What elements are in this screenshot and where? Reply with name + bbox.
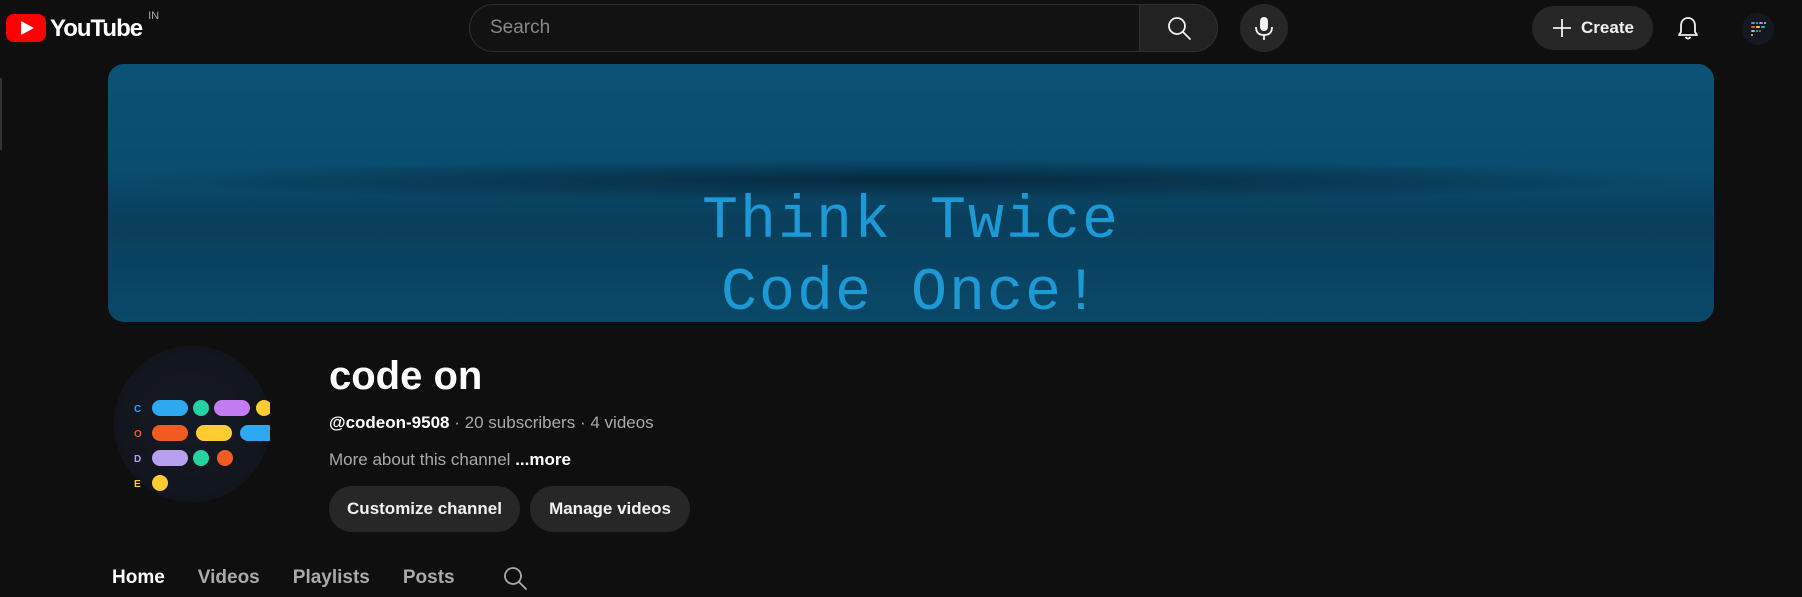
- search-bar: [469, 4, 1218, 52]
- notifications-button[interactable]: [1668, 8, 1708, 48]
- youtube-play-icon: [6, 14, 46, 42]
- search-input[interactable]: [469, 4, 1139, 52]
- create-label: Create: [1581, 18, 1634, 37]
- channel-about-link[interactable]: More about this channel ...more: [329, 449, 571, 471]
- search-icon: [503, 567, 527, 590]
- tab-home[interactable]: Home: [112, 563, 165, 593]
- microphone-icon: [1255, 17, 1273, 40]
- meta-separator: ·: [454, 413, 460, 432]
- country-code: IN: [148, 10, 160, 22]
- channel-meta: @codeon-9508 · 20 subscribers · 4 videos: [329, 412, 654, 434]
- tab-posts[interactable]: Posts: [403, 563, 455, 593]
- code-on-logo-icon: [1751, 22, 1766, 36]
- manage-videos-button[interactable]: Manage videos: [530, 486, 690, 532]
- plus-icon: [1553, 19, 1572, 37]
- channel-name: code on: [329, 354, 483, 398]
- channel-search-button[interactable]: [502, 564, 530, 592]
- banner-line-1: Think Twice: [701, 188, 1121, 256]
- banner-line-2: Code Once!: [720, 260, 1102, 322]
- channel-handle: @codeon-9508: [329, 413, 450, 432]
- avatar-letter-c: C: [134, 404, 141, 415]
- search-icon: [1167, 17, 1191, 40]
- avatar-letter-e: E: [134, 479, 141, 490]
- tab-videos[interactable]: Videos: [198, 563, 260, 593]
- logo-text: YouTube: [50, 15, 143, 42]
- create-button[interactable]: Create: [1532, 6, 1653, 50]
- voice-search-button[interactable]: [1240, 4, 1288, 52]
- more-link[interactable]: ...more: [515, 450, 571, 469]
- subscriber-count: 20 subscribers: [464, 413, 576, 432]
- channel-banner: Think Twice Code Once!: [108, 64, 1714, 322]
- avatar-letter-d: D: [134, 454, 141, 465]
- avatar-letter-o: O: [134, 429, 142, 440]
- sidebar-edge: [0, 78, 2, 150]
- about-text: More about this channel: [329, 450, 511, 469]
- youtube-logo[interactable]: YouTube IN: [6, 10, 159, 44]
- video-count: 4 videos: [590, 413, 654, 432]
- account-avatar[interactable]: [1742, 13, 1774, 45]
- customize-channel-button[interactable]: Customize channel: [329, 486, 520, 532]
- search-button[interactable]: [1139, 4, 1218, 52]
- channel-avatar[interactable]: C O D E: [114, 346, 276, 502]
- bell-icon: [1678, 17, 1698, 40]
- code-on-logo: C O D E: [134, 400, 276, 491]
- tab-playlists[interactable]: Playlists: [293, 563, 370, 593]
- meta-separator: ·: [579, 413, 586, 432]
- channel-tabs: Home Videos Playlists Posts: [112, 562, 530, 594]
- top-bar: YouTube IN Create: [0, 0, 1802, 64]
